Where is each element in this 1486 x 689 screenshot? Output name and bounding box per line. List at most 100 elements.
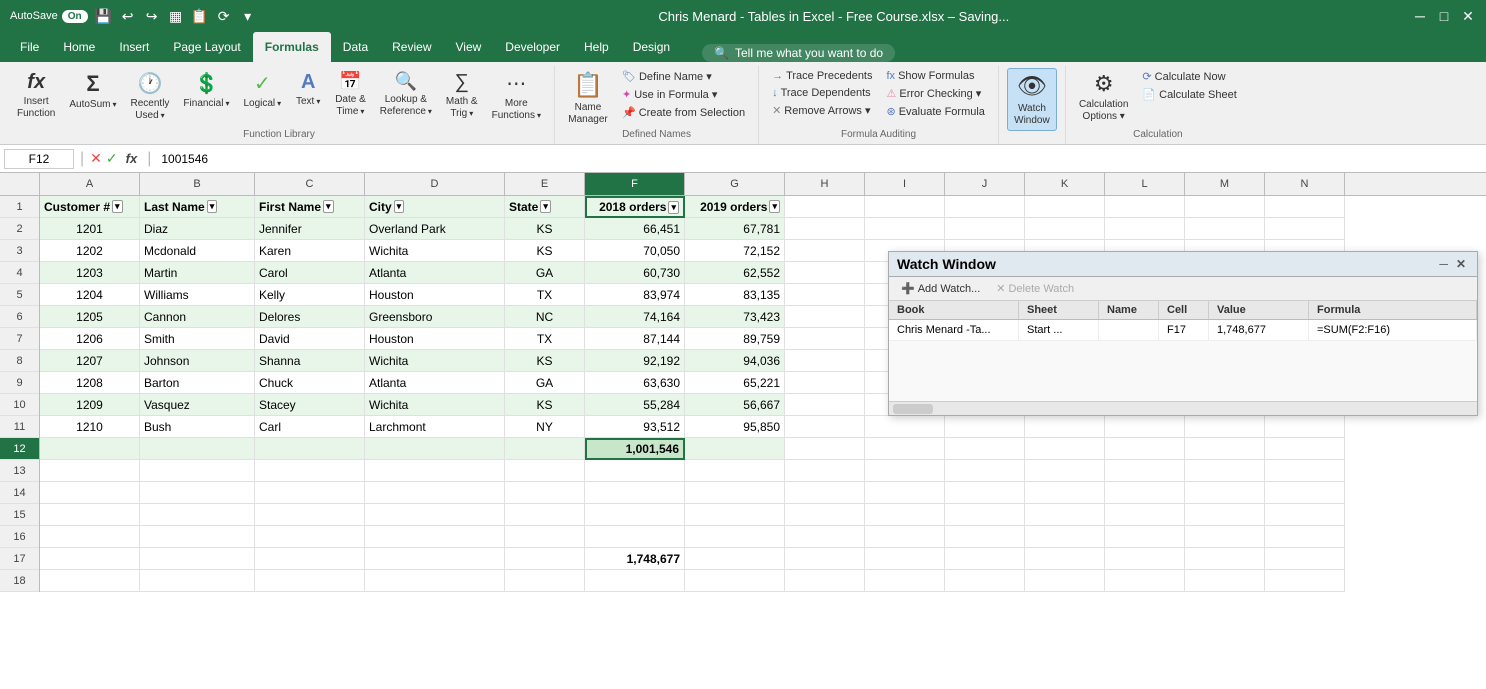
cell-b1[interactable]: Last Name▾	[140, 196, 255, 218]
cell-c8[interactable]: Shanna	[255, 350, 365, 372]
trace-precedents-btn[interactable]: → Trace Precedents	[767, 68, 877, 84]
col-header-l[interactable]: L	[1105, 173, 1185, 195]
cell-h3[interactable]	[785, 240, 865, 262]
cell-d9[interactable]: Atlanta	[365, 372, 505, 394]
cell-a12[interactable]	[40, 438, 140, 460]
error-checking-btn[interactable]: ⚠ Error Checking ▾	[882, 85, 990, 102]
cell-n11[interactable]	[1265, 416, 1345, 438]
cell-a4[interactable]: 1203	[40, 262, 140, 284]
cell-a9[interactable]: 1208	[40, 372, 140, 394]
row-num-10[interactable]: 10	[0, 394, 39, 416]
cell-c16[interactable]	[255, 526, 365, 548]
cell-l2[interactable]	[1105, 218, 1185, 240]
cell-e14[interactable]	[505, 482, 585, 504]
cell-b11[interactable]: Bush	[140, 416, 255, 438]
cell-b10[interactable]: Vasquez	[140, 394, 255, 416]
cell-e4[interactable]: GA	[505, 262, 585, 284]
trace-dependents-btn[interactable]: ↓ Trace Dependents	[767, 85, 877, 101]
row-num-8[interactable]: 8	[0, 350, 39, 372]
cell-c14[interactable]	[255, 482, 365, 504]
cell-a5[interactable]: 1204	[40, 284, 140, 306]
cell-k14[interactable]	[1025, 482, 1105, 504]
cell-n16[interactable]	[1265, 526, 1345, 548]
cell-e13[interactable]	[505, 460, 585, 482]
cell-h1[interactable]	[785, 196, 865, 218]
cell-b17[interactable]	[140, 548, 255, 570]
cell-f9[interactable]: 63,630	[585, 372, 685, 394]
cell-f10[interactable]: 55,284	[585, 394, 685, 416]
clipboard-icon[interactable]: 📋	[192, 8, 208, 24]
more-functions-btn[interactable]: ⋯ MoreFunctions▾	[487, 68, 546, 125]
cell-c9[interactable]: Chuck	[255, 372, 365, 394]
row-num-5[interactable]: 5	[0, 284, 39, 306]
cell-l18[interactable]	[1105, 570, 1185, 592]
define-name-btn[interactable]: 🏷 Define Name ▾	[617, 68, 750, 85]
cell-e16[interactable]	[505, 526, 585, 548]
redo-icon[interactable]: ↪	[144, 8, 160, 24]
col-header-m[interactable]: M	[1185, 173, 1265, 195]
cell-b4[interactable]: Martin	[140, 262, 255, 284]
refresh-icon[interactable]: ⟳	[216, 8, 232, 24]
cell-e5[interactable]: TX	[505, 284, 585, 306]
cell-g16[interactable]	[685, 526, 785, 548]
cell-m14[interactable]	[1185, 482, 1265, 504]
corner-cell[interactable]	[0, 173, 40, 195]
autosum-btn[interactable]: Σ AutoSum▾	[64, 68, 121, 113]
undo-icon[interactable]: ↩	[120, 8, 136, 24]
cell-n13[interactable]	[1265, 460, 1345, 482]
cell-d6[interactable]: Greensboro	[365, 306, 505, 328]
cell-n17[interactable]	[1265, 548, 1345, 570]
cell-i1[interactable]	[865, 196, 945, 218]
calc-sheet-btn[interactable]: 📄 Calculate Sheet	[1137, 86, 1241, 103]
cell-m2[interactable]	[1185, 218, 1265, 240]
row-num-14[interactable]: 14	[0, 482, 39, 504]
cell-i15[interactable]	[865, 504, 945, 526]
cell-g15[interactable]	[685, 504, 785, 526]
watch-window-btn[interactable]: 👁 WatchWindow	[1007, 68, 1057, 131]
minimize-btn[interactable]: ─	[1412, 8, 1428, 24]
tab-data[interactable]: Data	[331, 32, 380, 62]
cell-j2[interactable]	[945, 218, 1025, 240]
cell-j18[interactable]	[945, 570, 1025, 592]
cell-k13[interactable]	[1025, 460, 1105, 482]
cell-g6[interactable]: 73,423	[685, 306, 785, 328]
cell-m13[interactable]	[1185, 460, 1265, 482]
calc-options-btn[interactable]: ⚙ CalculationOptions ▾	[1074, 68, 1133, 126]
cell-d15[interactable]	[365, 504, 505, 526]
tb-dropdown[interactable]: ▾	[240, 8, 256, 24]
cell-h9[interactable]	[785, 372, 865, 394]
cell-f4[interactable]: 60,730	[585, 262, 685, 284]
ww-delete-btn[interactable]: ✕ Delete Watch	[992, 281, 1078, 296]
col-header-j[interactable]: J	[945, 173, 1025, 195]
cell-l13[interactable]	[1105, 460, 1185, 482]
cell-n2[interactable]	[1265, 218, 1345, 240]
tab-help[interactable]: Help	[572, 32, 621, 62]
cell-e2[interactable]: KS	[505, 218, 585, 240]
cell-e6[interactable]: NC	[505, 306, 585, 328]
financial-btn[interactable]: 💲 Financial▾	[178, 68, 234, 113]
cell-f15[interactable]	[585, 504, 685, 526]
cell-e18[interactable]	[505, 570, 585, 592]
row-num-3[interactable]: 3	[0, 240, 39, 262]
cell-h13[interactable]	[785, 460, 865, 482]
cell-f13[interactable]	[585, 460, 685, 482]
cell-m11[interactable]	[1185, 416, 1265, 438]
cell-g2[interactable]: 67,781	[685, 218, 785, 240]
cell-c10[interactable]: Stacey	[255, 394, 365, 416]
cell-b8[interactable]: Johnson	[140, 350, 255, 372]
cell-e8[interactable]: KS	[505, 350, 585, 372]
cell-k12[interactable]	[1025, 438, 1105, 460]
cell-j17[interactable]	[945, 548, 1025, 570]
cell-e10[interactable]: KS	[505, 394, 585, 416]
cell-d12[interactable]	[365, 438, 505, 460]
col-header-i[interactable]: I	[865, 173, 945, 195]
close-btn[interactable]: ✕	[1460, 8, 1476, 24]
cell-g13[interactable]	[685, 460, 785, 482]
insert-function-btn[interactable]: fx InsertFunction	[12, 68, 60, 123]
autosave-toggle[interactable]: AutoSave On	[10, 10, 88, 23]
row-num-18[interactable]: 18	[0, 570, 39, 592]
cell-a17[interactable]	[40, 548, 140, 570]
cell-c1[interactable]: First Name▾	[255, 196, 365, 218]
col-header-n[interactable]: N	[1265, 173, 1345, 195]
cell-d5[interactable]: Houston	[365, 284, 505, 306]
